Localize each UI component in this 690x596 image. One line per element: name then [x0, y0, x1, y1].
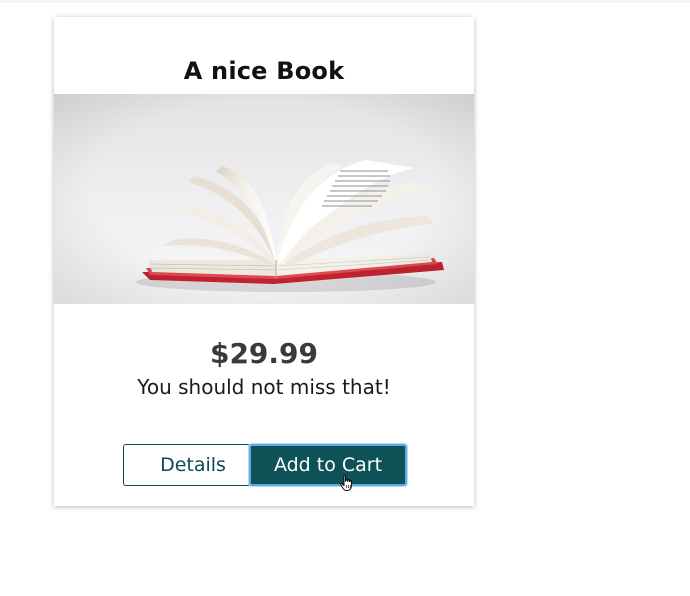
details-button[interactable]: Details [123, 444, 263, 486]
product-image [54, 94, 474, 304]
product-title: A nice Book [183, 57, 345, 85]
product-card: A nice Book $29.99 You should not miss t… [54, 17, 474, 506]
hand-pointer-icon [340, 474, 352, 491]
product-price: $29.99 [209, 337, 319, 370]
product-description: You should not miss that! [137, 375, 391, 399]
add-to-cart-button[interactable]: Add to Cart [249, 444, 407, 486]
top-edge-divider [0, 0, 690, 3]
